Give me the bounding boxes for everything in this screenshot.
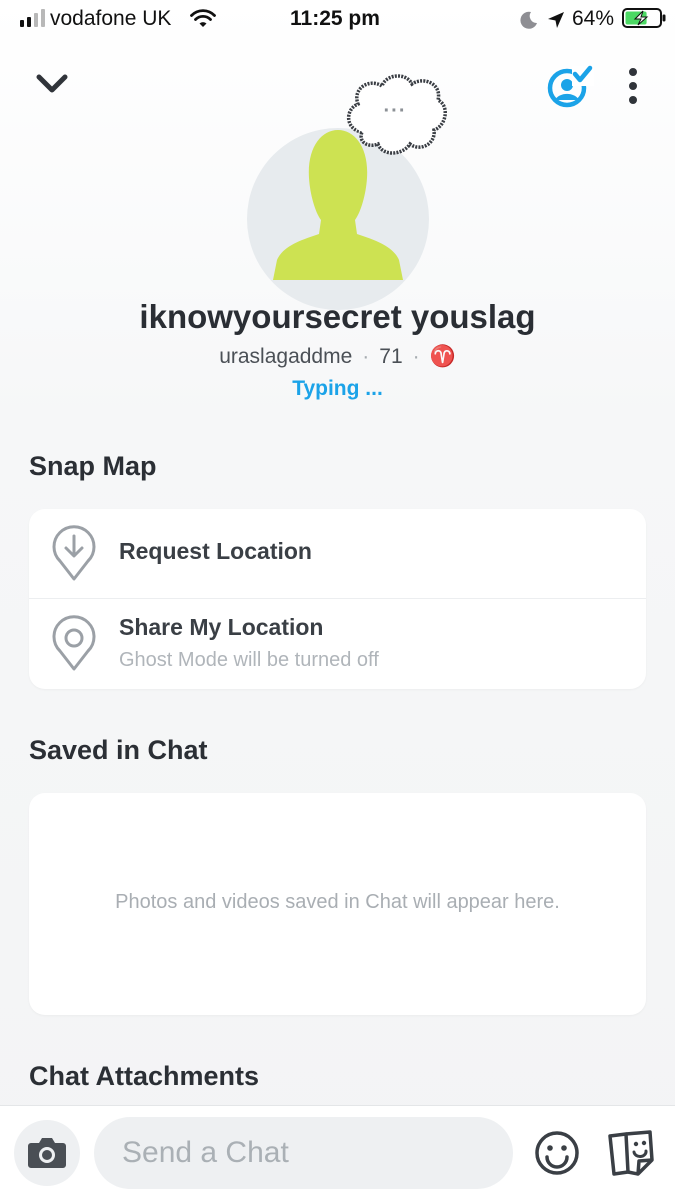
location-arrow-icon — [548, 12, 564, 28]
separator-dot: · — [362, 345, 370, 368]
ghost-mode-note: Ghost Mode will be turned off — [119, 649, 379, 671]
bubble-dots: ··· — [383, 100, 407, 122]
snap-score[interactable]: 71 — [379, 345, 402, 368]
camera-icon — [28, 1138, 66, 1168]
signal-icon — [20, 9, 45, 27]
camera-button[interactable] — [14, 1120, 80, 1186]
snap-map-title: Snap Map — [29, 451, 157, 481]
typing-status: Typing ... — [292, 377, 383, 400]
display-name: iknowyoursecret youslag — [139, 298, 536, 335]
share-location-row[interactable]: Share My Location Ghost Mode will be tur… — [29, 599, 646, 689]
status-bar: vodafone UK 11:25 pm 64% — [0, 0, 675, 40]
wifi-icon — [190, 9, 216, 27]
more-vertical-icon[interactable] — [622, 66, 644, 106]
stickers-icon[interactable] — [604, 1128, 656, 1178]
bitmoji-check-icon[interactable] — [544, 64, 594, 108]
chat-input[interactable] — [94, 1117, 513, 1189]
username: uraslagaddme — [219, 345, 353, 368]
smiley-icon[interactable] — [534, 1130, 580, 1176]
saved-empty-text: Photos and videos saved in Chat will app… — [115, 891, 560, 913]
chevron-down-icon[interactable] — [34, 70, 70, 98]
separator-dot: · — [412, 345, 420, 368]
chat-attachments-title: Chat Attachments — [29, 1061, 260, 1091]
request-location-icon — [52, 525, 96, 581]
carrier-label: vodafone UK — [50, 7, 172, 30]
snap-map-card: Request Location Share My Location Ghost… — [29, 509, 646, 689]
clock: 11:25 pm — [290, 7, 380, 30]
profile-subline: uraslagaddme · 71 · ♈ — [0, 345, 675, 369]
saved-in-chat-title: Saved in Chat — [29, 735, 208, 765]
saved-in-chat-card: Photos and videos saved in Chat will app… — [29, 793, 646, 1015]
request-location-row[interactable]: Request Location — [29, 509, 646, 598]
request-location-label: Request Location — [119, 538, 312, 564]
battery-charging-icon — [622, 8, 666, 28]
moon-icon — [520, 11, 537, 29]
zodiac-icon[interactable]: ♈ — [430, 345, 456, 368]
battery-percent: 64% — [572, 7, 615, 30]
share-location-label: Share My Location — [119, 614, 324, 640]
location-pin-icon — [52, 615, 96, 671]
